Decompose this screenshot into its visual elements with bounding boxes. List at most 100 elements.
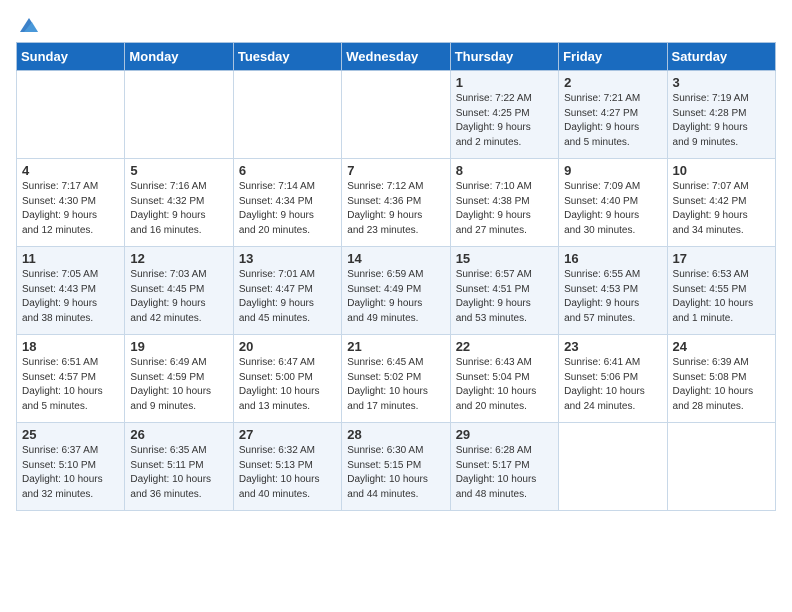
- day-info: Sunrise: 6:47 AM Sunset: 5:00 PM Dayligh…: [239, 356, 336, 414]
- day-number: 19: [130, 339, 227, 354]
- day-number: 4: [22, 163, 119, 178]
- calendar-table: SundayMondayTuesdayWednesdayThursdayFrid…: [16, 42, 776, 511]
- calendar-cell: 6 Sunrise: 7:14 AM Sunset: 4:34 PM Daylig…: [233, 159, 341, 247]
- calendar-cell: [559, 423, 667, 511]
- calendar-cell: 28 Sunrise: 6:30 AM Sunset: 5:15 PM Dayli…: [342, 423, 450, 511]
- day-number: 23: [564, 339, 661, 354]
- day-info: Sunrise: 7:14 AM Sunset: 4:34 PM Dayligh…: [239, 180, 336, 238]
- calendar-cell: 20 Sunrise: 6:47 AM Sunset: 5:00 PM Dayli…: [233, 335, 341, 423]
- day-number: 24: [673, 339, 770, 354]
- calendar-cell: 10Sunrise: 7:07 AM Sunset: 4:42 PM Dayli…: [667, 159, 775, 247]
- week-row-4: 18 Sunrise: 6:51 AM Sunset: 4:57 PM Dayli…: [17, 335, 776, 423]
- calendar-cell: 15 Sunrise: 6:57 AM Sunset: 4:51 PM Dayli…: [450, 247, 558, 335]
- calendar-cell: 25Sunrise: 6:37 AM Sunset: 5:10 PM Dayli…: [17, 423, 125, 511]
- day-number: 2: [564, 75, 661, 90]
- day-number: 16: [564, 251, 661, 266]
- day-number: 12: [130, 251, 227, 266]
- day-number: 28: [347, 427, 444, 442]
- calendar-cell: 23 Sunrise: 6:41 AM Sunset: 5:06 PM Dayli…: [559, 335, 667, 423]
- calendar-cell: [17, 71, 125, 159]
- calendar-cell: 16 Sunrise: 6:55 AM Sunset: 4:53 PM Dayli…: [559, 247, 667, 335]
- calendar-cell: 29 Sunrise: 6:28 AM Sunset: 5:17 PM Dayli…: [450, 423, 558, 511]
- week-row-1: 1 Sunrise: 7:22 AM Sunset: 4:25 PM Daylig…: [17, 71, 776, 159]
- calendar-header: SundayMondayTuesdayWednesdayThursdayFrid…: [17, 43, 776, 71]
- calendar-cell: 19 Sunrise: 6:49 AM Sunset: 4:59 PM Dayli…: [125, 335, 233, 423]
- day-number: 21: [347, 339, 444, 354]
- weekday-header-saturday: Saturday: [667, 43, 775, 71]
- day-number: 20: [239, 339, 336, 354]
- calendar-cell: 14Sunrise: 6:59 AM Sunset: 4:49 PM Dayli…: [342, 247, 450, 335]
- day-info: Sunrise: 6:53 AM Sunset: 4:55 PM Dayligh…: [673, 268, 770, 326]
- day-info: Sunrise: 6:28 AM Sunset: 5:17 PM Dayligh…: [456, 444, 553, 502]
- day-info: Sunrise: 6:39 AM Sunset: 5:08 PM Dayligh…: [673, 356, 770, 414]
- calendar-cell: 5Sunrise: 7:16 AM Sunset: 4:32 PM Daylig…: [125, 159, 233, 247]
- day-number: 10: [673, 163, 770, 178]
- weekday-header-tuesday: Tuesday: [233, 43, 341, 71]
- day-number: 25: [22, 427, 119, 442]
- day-number: 15: [456, 251, 553, 266]
- weekday-header-friday: Friday: [559, 43, 667, 71]
- week-row-5: 25Sunrise: 6:37 AM Sunset: 5:10 PM Dayli…: [17, 423, 776, 511]
- day-number: 14: [347, 251, 444, 266]
- day-info: Sunrise: 7:10 AM Sunset: 4:38 PM Dayligh…: [456, 180, 553, 238]
- day-number: 3: [673, 75, 770, 90]
- calendar-cell: [233, 71, 341, 159]
- calendar-cell: 8 Sunrise: 7:10 AM Sunset: 4:38 PM Daylig…: [450, 159, 558, 247]
- day-number: 9: [564, 163, 661, 178]
- day-info: Sunrise: 7:19 AM Sunset: 4:28 PM Dayligh…: [673, 92, 770, 150]
- day-number: 8: [456, 163, 553, 178]
- day-number: 29: [456, 427, 553, 442]
- day-number: 1: [456, 75, 553, 90]
- day-number: 22: [456, 339, 553, 354]
- day-number: 26: [130, 427, 227, 442]
- calendar-cell: 7Sunrise: 7:12 AM Sunset: 4:36 PM Daylig…: [342, 159, 450, 247]
- calendar-body: 1 Sunrise: 7:22 AM Sunset: 4:25 PM Daylig…: [17, 71, 776, 511]
- logo: [16, 14, 40, 36]
- calendar-cell: 11 Sunrise: 7:05 AM Sunset: 4:43 PM Dayli…: [17, 247, 125, 335]
- weekday-header-wednesday: Wednesday: [342, 43, 450, 71]
- day-info: Sunrise: 6:43 AM Sunset: 5:04 PM Dayligh…: [456, 356, 553, 414]
- day-info: Sunrise: 6:55 AM Sunset: 4:53 PM Dayligh…: [564, 268, 661, 326]
- weekday-header-sunday: Sunday: [17, 43, 125, 71]
- calendar-cell: [667, 423, 775, 511]
- day-number: 5: [130, 163, 227, 178]
- calendar-cell: 27 Sunrise: 6:32 AM Sunset: 5:13 PM Dayli…: [233, 423, 341, 511]
- day-number: 11: [22, 251, 119, 266]
- header: [16, 10, 776, 36]
- day-info: Sunrise: 6:30 AM Sunset: 5:15 PM Dayligh…: [347, 444, 444, 502]
- calendar-cell: [125, 71, 233, 159]
- day-number: 6: [239, 163, 336, 178]
- day-info: Sunrise: 7:22 AM Sunset: 4:25 PM Dayligh…: [456, 92, 553, 150]
- weekday-row: SundayMondayTuesdayWednesdayThursdayFrid…: [17, 43, 776, 71]
- day-number: 7: [347, 163, 444, 178]
- day-info: Sunrise: 6:51 AM Sunset: 4:57 PM Dayligh…: [22, 356, 119, 414]
- day-number: 17: [673, 251, 770, 266]
- day-info: Sunrise: 7:17 AM Sunset: 4:30 PM Dayligh…: [22, 180, 119, 238]
- calendar-cell: 9 Sunrise: 7:09 AM Sunset: 4:40 PM Daylig…: [559, 159, 667, 247]
- calendar-cell: 26 Sunrise: 6:35 AM Sunset: 5:11 PM Dayli…: [125, 423, 233, 511]
- day-info: Sunrise: 7:09 AM Sunset: 4:40 PM Dayligh…: [564, 180, 661, 238]
- week-row-2: 4 Sunrise: 7:17 AM Sunset: 4:30 PM Daylig…: [17, 159, 776, 247]
- week-row-3: 11 Sunrise: 7:05 AM Sunset: 4:43 PM Dayli…: [17, 247, 776, 335]
- day-info: Sunrise: 7:05 AM Sunset: 4:43 PM Dayligh…: [22, 268, 119, 326]
- day-info: Sunrise: 7:03 AM Sunset: 4:45 PM Dayligh…: [130, 268, 227, 326]
- day-info: Sunrise: 7:01 AM Sunset: 4:47 PM Dayligh…: [239, 268, 336, 326]
- calendar-cell: 3 Sunrise: 7:19 AM Sunset: 4:28 PM Daylig…: [667, 71, 775, 159]
- day-info: Sunrise: 6:49 AM Sunset: 4:59 PM Dayligh…: [130, 356, 227, 414]
- day-info: Sunrise: 6:32 AM Sunset: 5:13 PM Dayligh…: [239, 444, 336, 502]
- day-info: Sunrise: 6:41 AM Sunset: 5:06 PM Dayligh…: [564, 356, 661, 414]
- day-info: Sunrise: 6:45 AM Sunset: 5:02 PM Dayligh…: [347, 356, 444, 414]
- weekday-header-thursday: Thursday: [450, 43, 558, 71]
- day-info: Sunrise: 6:35 AM Sunset: 5:11 PM Dayligh…: [130, 444, 227, 502]
- calendar-cell: 24 Sunrise: 6:39 AM Sunset: 5:08 PM Dayli…: [667, 335, 775, 423]
- calendar-cell: 2Sunrise: 7:21 AM Sunset: 4:27 PM Daylig…: [559, 71, 667, 159]
- day-info: Sunrise: 6:57 AM Sunset: 4:51 PM Dayligh…: [456, 268, 553, 326]
- day-number: 27: [239, 427, 336, 442]
- calendar-cell: 22 Sunrise: 6:43 AM Sunset: 5:04 PM Dayli…: [450, 335, 558, 423]
- calendar-cell: 13Sunrise: 7:01 AM Sunset: 4:47 PM Dayli…: [233, 247, 341, 335]
- calendar-cell: 18 Sunrise: 6:51 AM Sunset: 4:57 PM Dayli…: [17, 335, 125, 423]
- calendar-cell: 21 Sunrise: 6:45 AM Sunset: 5:02 PM Dayli…: [342, 335, 450, 423]
- calendar-cell: [342, 71, 450, 159]
- logo-icon: [18, 14, 40, 36]
- day-number: 18: [22, 339, 119, 354]
